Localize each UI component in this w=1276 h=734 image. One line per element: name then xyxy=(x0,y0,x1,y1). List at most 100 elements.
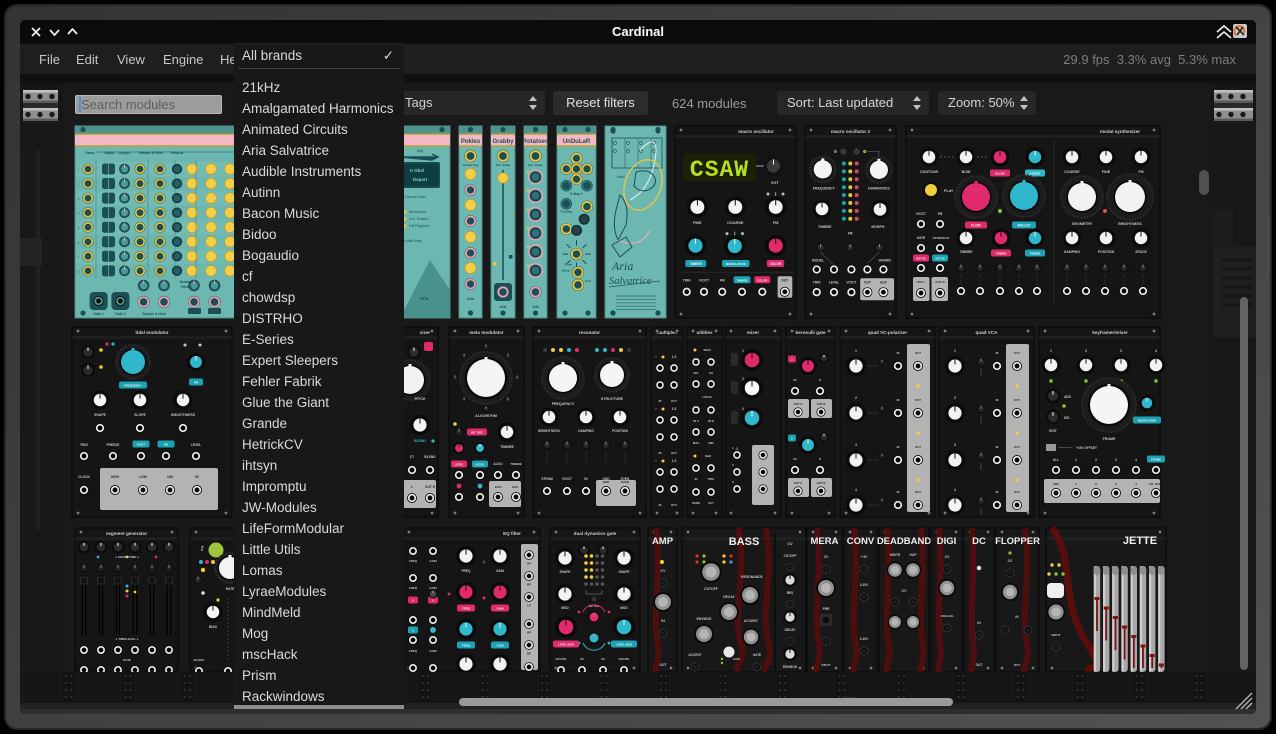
svg-text:STRUCTURE: STRUCTURE xyxy=(601,397,624,401)
svg-text:Gates: Gates xyxy=(85,151,95,155)
svg-text:TIMBRE: TIMBRE xyxy=(1030,252,1041,256)
svg-text:Gate 2: Gate 2 xyxy=(115,312,125,316)
svg-text:● TIME/LEVEL ●: ● TIME/LEVEL ● xyxy=(116,637,139,641)
svg-text:TRIG: TRIG xyxy=(708,477,715,481)
svg-text:S&H: S&H xyxy=(705,454,711,458)
svg-text:sizer: sizer xyxy=(420,330,431,335)
svg-text:GAIN: GAIN xyxy=(429,586,436,590)
svg-text:modal synthesizer: modal synthesizer xyxy=(1100,129,1140,134)
svg-text:OUT: OUT xyxy=(781,279,788,283)
svg-text:CV: CV xyxy=(1008,559,1013,563)
svg-text:GATE: GATE xyxy=(123,658,131,662)
svg-text:OUT: OUT xyxy=(864,281,871,285)
svg-text:macro oscillator: macro oscillator xyxy=(738,129,774,134)
svg-text:FM: FM xyxy=(194,381,199,385)
svg-text:IN: IN xyxy=(659,451,662,455)
svg-text:Random: Random xyxy=(180,280,193,284)
svg-text:SLOPE: SLOPE xyxy=(134,413,146,417)
svg-text:ALGORITHM: ALGORITHM xyxy=(475,414,497,418)
svg-text:SHAPE: SHAPE xyxy=(619,570,630,574)
svg-text:OUT: OUT xyxy=(915,351,921,355)
svg-text:IN: IN xyxy=(794,457,797,461)
svg-text:3: 3 xyxy=(1115,458,1117,462)
svg-text:2: 2 xyxy=(1095,458,1097,462)
svg-text:IN: IN xyxy=(661,619,665,623)
svg-text:SHAPE: SHAPE xyxy=(94,413,106,417)
svg-text:Depart: Depart xyxy=(413,177,428,182)
svg-text:FLOPPER: FLOPPER xyxy=(995,536,1040,547)
svg-text:Alpha: Alpha xyxy=(561,269,570,273)
svg-text:CUTOFF: CUTOFF xyxy=(784,554,797,558)
svg-text:RESONANCE: RESONANCE xyxy=(741,575,763,579)
svg-text:Ext. Scale: Ext. Scale xyxy=(528,163,543,167)
svg-text:3: 3 xyxy=(742,407,744,411)
svg-text:Pokles: Pokles xyxy=(461,139,481,145)
svg-text:ALL: ALL xyxy=(1053,458,1059,462)
svg-text:COLOR: COLOR xyxy=(770,262,782,266)
svg-text:mixer: mixer xyxy=(747,330,759,335)
svg-text:FREQ: FREQ xyxy=(462,569,471,573)
svg-text:quad VCA: quad VCA xyxy=(976,330,999,335)
svg-text:1: 1 xyxy=(742,349,744,353)
svg-text:CUTOFF: CUTOFF xyxy=(704,587,718,591)
svg-text:FLOW: FLOW xyxy=(971,224,980,228)
svg-text:Full Polyphony: Full Polyphony xyxy=(409,224,430,228)
svg-text:GATE: GATE xyxy=(733,657,740,661)
svg-text:macro oscillator 2: macro oscillator 2 xyxy=(831,129,871,134)
svg-text:EQ filter: EQ filter xyxy=(503,531,521,536)
svg-text:FRAME: FRAME xyxy=(1103,437,1116,441)
svg-text:CV: CV xyxy=(902,589,907,593)
svg-text:EXT: EXT xyxy=(771,181,779,185)
svg-text:IN A: IN A xyxy=(693,419,699,423)
svg-text:CV: CV xyxy=(661,569,667,573)
svg-text:keyframer/mixer: keyframer/mixer xyxy=(1092,330,1128,335)
svg-text:TIMBRE: TIMBRE xyxy=(500,445,514,449)
svg-text:FM: FM xyxy=(938,212,943,216)
svg-text:GAIN: GAIN xyxy=(496,569,505,573)
svg-text:INT. OSC: INT. OSC xyxy=(471,431,483,435)
svg-text:IN: IN xyxy=(897,398,900,402)
svg-text:COARSE: COARSE xyxy=(1064,170,1080,174)
svg-text:TRIG: TRIG xyxy=(683,279,691,283)
svg-text:GATE: GATE xyxy=(917,236,926,240)
svg-text:V/OCT: V/OCT xyxy=(846,281,856,285)
svg-text:DEADBAND: DEADBAND xyxy=(877,536,932,547)
svg-text:STRENGTH: STRENGTH xyxy=(933,236,950,240)
svg-text:UnDuLaR: UnDuLaR xyxy=(563,139,591,145)
svg-text:SPACE: SPACE xyxy=(1135,250,1147,254)
svg-text:LOW: LOW xyxy=(139,475,146,479)
svg-text:OUT: OUT xyxy=(915,398,921,402)
svg-text:3 ch. Rotation: 3 ch. Rotation xyxy=(409,217,429,221)
svg-text:BP: BP xyxy=(527,583,531,587)
svg-text:X Step Y: X Step Y xyxy=(570,192,584,196)
svg-text:BLEND: BLEND xyxy=(414,439,426,443)
svg-text:FREQ: FREQ xyxy=(409,559,418,563)
svg-text:OUT: OUT xyxy=(671,399,677,403)
svg-text:CT: CT xyxy=(410,455,414,459)
svg-text:EDIT: EDIT xyxy=(1049,429,1058,433)
svg-text:AUX: AUX xyxy=(512,485,518,489)
svg-text:LOGIC: LOGIC xyxy=(702,395,712,399)
svg-text:V/OCT: V/OCT xyxy=(562,477,572,481)
svg-text:OUT: OUT xyxy=(1014,490,1020,494)
svg-text:LEVEL: LEVEL xyxy=(191,443,202,447)
svg-text:DAMPING: DAMPING xyxy=(1064,250,1080,254)
svg-text:GAIN: GAIN xyxy=(497,644,504,648)
svg-text:Aria: Aria xyxy=(532,305,539,309)
svg-text:Salvatrice: Salvatrice xyxy=(609,276,652,287)
svg-text:FM: FM xyxy=(164,443,169,447)
svg-text:HARMONICS: HARMONICS xyxy=(868,187,890,191)
svg-text:LEVEL: LEVEL xyxy=(829,281,840,285)
svg-text:TIMBRE: TIMBRE xyxy=(510,462,522,466)
svg-text:CSAW: CSAW xyxy=(690,157,749,183)
svg-text:Zoom: Zoom xyxy=(564,263,572,267)
svg-text:BIAS: BIAS xyxy=(209,625,218,629)
svg-text:Rotatoes: Rotatoes xyxy=(523,139,549,145)
svg-text:resonator: resonator xyxy=(579,330,600,335)
svg-text:BOW: BOW xyxy=(962,170,971,174)
svg-text:EXCITE: EXCITE xyxy=(619,657,630,661)
svg-text:● SHAPE/TIME ●: ● SHAPE/TIME ● xyxy=(115,555,139,559)
svg-text:2: 2 xyxy=(742,377,744,381)
svg-text:PLAY: PLAY xyxy=(944,189,954,193)
svg-text:ADD: ADD xyxy=(1064,395,1072,399)
